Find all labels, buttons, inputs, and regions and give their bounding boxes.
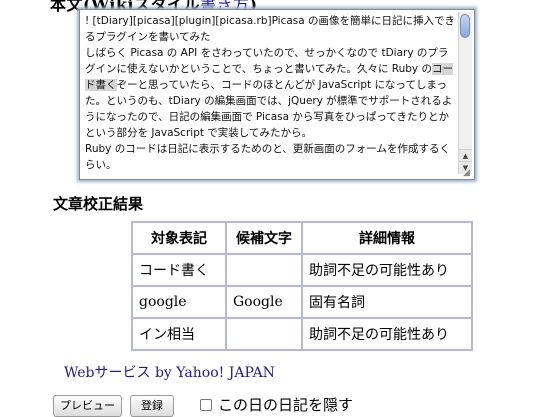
body-text-part1: ! [tDiary][picasa][plugin][picasa.rb]Pic…: [85, 15, 456, 75]
cell-candidate: [226, 254, 302, 286]
column-header-candidate: 候補文字: [226, 222, 302, 254]
diary-body-textarea[interactable]: ! [tDiary][picasa][plugin][picasa.rb]Pic…: [79, 9, 475, 180]
scrollbar-thumb[interactable]: [460, 14, 470, 38]
register-button[interactable]: 登録: [130, 395, 174, 417]
table-header-row: 対象表記 候補文字 詳細情報: [132, 222, 472, 254]
cell-candidate: [226, 318, 302, 350]
textarea-scrollbar[interactable]: ▲ ▼: [458, 12, 472, 174]
table-row: コード書く 助詞不足の可能性あり: [132, 254, 472, 286]
column-header-detail: 詳細情報: [302, 222, 472, 254]
diary-body-text[interactable]: ! [tDiary][picasa][plugin][picasa.rb]Pic…: [85, 13, 457, 178]
body-text-part2: ぞーと思っていたら、コードのほとんどが JavaScript になってしまった。…: [85, 79, 453, 171]
cell-target: コード書く: [132, 254, 226, 286]
cell-target: google: [132, 286, 226, 318]
cell-candidate: Google: [226, 286, 302, 318]
column-header-target: 対象表記: [132, 222, 226, 254]
cell-detail: 助詞不足の可能性あり: [302, 254, 472, 286]
cell-detail: 助詞不足の可能性あり: [302, 318, 472, 350]
hide-diary-label: この日の日記を隠す: [218, 396, 354, 414]
hide-diary-checkbox[interactable]: この日の日記を隠す: [200, 394, 353, 415]
table-row: イン相当 助詞不足の可能性あり: [132, 318, 472, 350]
resize-grip-icon[interactable]: ◢: [463, 168, 473, 178]
proofread-result-table: 対象表記 候補文字 詳細情報 コード書く 助詞不足の可能性あり google G…: [131, 221, 473, 351]
table-row: google Google 固有名詞: [132, 286, 472, 318]
cell-target: イン相当: [132, 318, 226, 350]
yahoo-webservice-link[interactable]: Webサービス by Yahoo! JAPAN: [64, 362, 275, 382]
cell-detail: 固有名詞: [302, 286, 472, 318]
proofread-result-title: 文章校正結果: [53, 195, 144, 213]
preview-button[interactable]: プレビュー: [53, 395, 122, 417]
